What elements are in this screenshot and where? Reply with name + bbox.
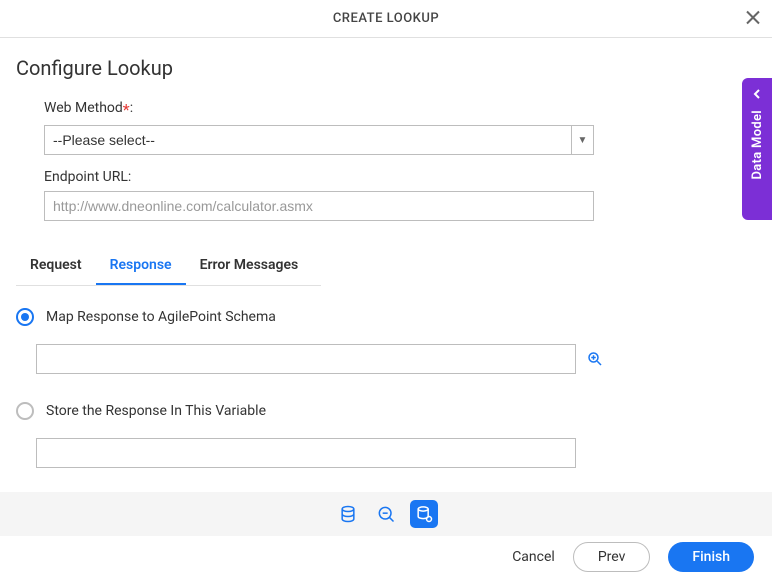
schema-search-button[interactable] bbox=[586, 350, 604, 368]
prev-button[interactable]: Prev bbox=[573, 542, 651, 572]
content-area: Configure Lookup Web Method*: --Please s… bbox=[0, 38, 772, 492]
footer-actions: Cancel Prev Finish bbox=[0, 536, 772, 578]
endpoint-url-label: Endpoint URL: bbox=[44, 169, 728, 185]
cancel-button[interactable]: Cancel bbox=[512, 549, 555, 565]
modal-header: CREATE LOOKUP bbox=[0, 0, 772, 38]
radio-map-schema-row: Map Response to AgilePoint Schema bbox=[16, 308, 756, 326]
required-asterisk: * bbox=[123, 100, 130, 119]
mapping-row bbox=[36, 344, 756, 374]
web-method-select[interactable]: --Please select-- ▼ bbox=[44, 125, 594, 155]
endpoint-url-field[interactable] bbox=[44, 191, 594, 221]
tab-request[interactable]: Request bbox=[16, 247, 96, 285]
radio-store-variable[interactable] bbox=[16, 402, 34, 420]
radio-store-variable-label: Store the Response In This Variable bbox=[46, 403, 266, 419]
schema-mapping-field[interactable] bbox=[36, 344, 576, 374]
data-model-side-tab[interactable]: Data Model bbox=[742, 78, 772, 220]
data-model-label: Data Model bbox=[750, 110, 765, 179]
chevron-left-icon bbox=[752, 88, 762, 102]
modal-title: CREATE LOOKUP bbox=[333, 11, 439, 26]
close-icon[interactable] bbox=[746, 10, 760, 27]
database-step-icon[interactable] bbox=[334, 500, 362, 528]
form-block: Web Method*: --Please select-- ▼ Endpoin… bbox=[16, 100, 756, 221]
store-variable-field[interactable] bbox=[36, 438, 576, 468]
page-title: Configure Lookup bbox=[16, 56, 756, 80]
web-method-dropdown[interactable]: --Please select-- bbox=[45, 126, 593, 154]
footer-step-icons bbox=[0, 492, 772, 536]
radio-dot-icon bbox=[21, 313, 29, 321]
tab-error-messages[interactable]: Error Messages bbox=[186, 247, 313, 285]
tabs: Request Response Error Messages bbox=[16, 247, 321, 286]
finish-button[interactable]: Finish bbox=[668, 542, 754, 572]
web-method-label: Web Method*: bbox=[44, 100, 728, 119]
footer: Cancel Prev Finish bbox=[0, 492, 772, 578]
filter-step-icon[interactable] bbox=[372, 500, 400, 528]
radio-store-variable-row: Store the Response In This Variable bbox=[16, 402, 756, 420]
tab-response[interactable]: Response bbox=[96, 247, 186, 285]
radio-map-schema-label: Map Response to AgilePoint Schema bbox=[46, 309, 276, 325]
radio-map-schema[interactable] bbox=[16, 308, 34, 326]
configure-step-icon[interactable] bbox=[410, 500, 438, 528]
